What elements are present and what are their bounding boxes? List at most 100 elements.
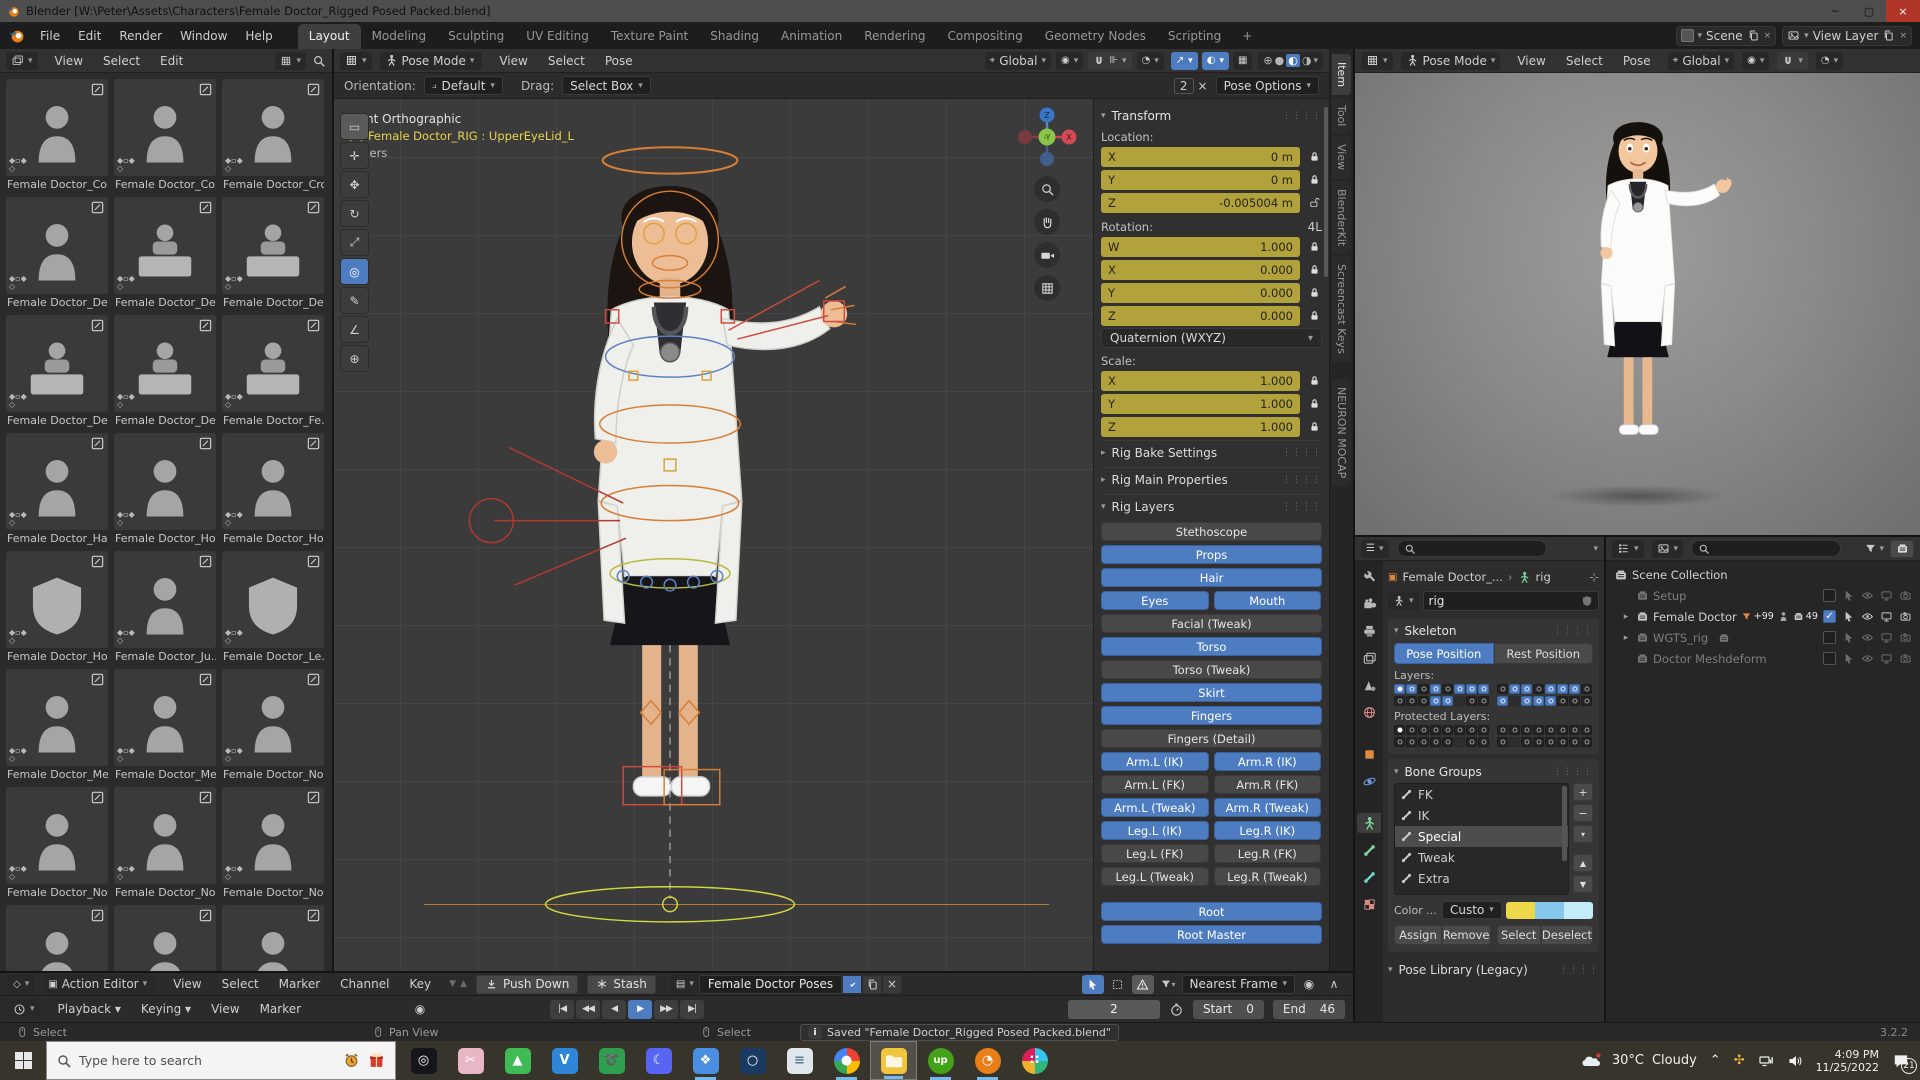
- shading-rendered-icon[interactable]: ◑: [1302, 54, 1312, 67]
- protected-layer-toggle[interactable]: [1533, 737, 1544, 747]
- workspace-tab-uv-editing[interactable]: UV Editing: [515, 24, 600, 49]
- annotate-tool[interactable]: ✎: [340, 287, 369, 314]
- show-errors-toggle[interactable]: [1131, 974, 1154, 994]
- protected-layer-toggle[interactable]: [1497, 725, 1508, 735]
- props-search-input[interactable]: [1396, 540, 1547, 557]
- scale-x-field[interactable]: X 1.000: [1101, 370, 1300, 391]
- start-button[interactable]: [0, 1041, 46, 1080]
- pivot-point-selector[interactable]: ◉ ▾: [1056, 51, 1084, 70]
- asset-editor-type-button[interactable]: ▾: [6, 51, 38, 70]
- props-options-dropdown[interactable]: ▾: [1593, 544, 1598, 554]
- asset-item[interactable]: ◆▫◆◇: [222, 905, 324, 971]
- asset-thumbnail[interactable]: ◆▫◆◇: [222, 79, 324, 176]
- taskbar-app-calculator[interactable]: ❖: [682, 1041, 729, 1080]
- shading-wireframe-icon[interactable]: ⊕: [1263, 54, 1272, 67]
- vp2-snap-toggle[interactable]: ▾: [1777, 51, 1808, 70]
- pin-icon[interactable]: ⊹: [1589, 570, 1599, 584]
- selectable-icon[interactable]: [1842, 610, 1855, 623]
- protected-layer-toggle[interactable]: [1521, 737, 1532, 747]
- maximize-button[interactable]: ▢: [1852, 0, 1886, 22]
- start-frame-field[interactable]: Start 0: [1192, 999, 1264, 1019]
- unlink-scene-icon[interactable]: ×: [1764, 31, 1772, 41]
- asset-thumbnail[interactable]: ◆▫◆◇: [6, 551, 108, 648]
- armature-layer-toggle[interactable]: [1497, 696, 1508, 706]
- outliner-editor-type-button[interactable]: ▾: [1612, 539, 1644, 558]
- armature-layer-toggle[interactable]: [1545, 696, 1556, 706]
- prev-keyframe-button[interactable]: ◀◀: [576, 999, 601, 1019]
- asset-thumbnail[interactable]: ◆▫◆◇: [6, 79, 108, 176]
- properties-tab-bone-constraint[interactable]: [1357, 867, 1381, 887]
- armature-layer-toggle[interactable]: [1406, 684, 1417, 694]
- location-x-field[interactable]: X0 m: [1101, 146, 1300, 167]
- rig-layer-fingers-detail[interactable]: Fingers (Detail): [1101, 729, 1322, 748]
- action-editor-mode-dropdown[interactable]: ▣ Action Editor ▾: [43, 975, 156, 993]
- add-tool[interactable]: ⊕: [340, 345, 369, 372]
- remove-button[interactable]: Remove: [1441, 925, 1491, 945]
- asset-thumbnail[interactable]: ◆▫◆◇: [222, 315, 324, 412]
- asset-thumbnail[interactable]: ◆▫◆◇: [114, 315, 216, 412]
- rotation-y-field[interactable]: Y 0.000: [1101, 282, 1300, 303]
- toggle-ortho-icon[interactable]: [1034, 275, 1060, 301]
- asset-item[interactable]: ◆▫◆ ◇ Female Doctor_Ha...: [6, 433, 108, 545]
- properties-tab-bone[interactable]: [1357, 840, 1381, 860]
- speaker-icon[interactable]: [1787, 1053, 1803, 1069]
- taskbar-search[interactable]: Type here to search: [46, 1041, 396, 1080]
- asset-item[interactable]: ◆▫◆◇ Female Doctor_Me...: [114, 669, 216, 781]
- asset-display-size-button[interactable]: ▾: [275, 51, 306, 70]
- workspace-tab-compositing[interactable]: Compositing: [936, 24, 1033, 49]
- rotation-w-field[interactable]: W 1.000: [1101, 236, 1300, 257]
- asset-item[interactable]: ◆▫◆ ◇ Female Doctor_No...: [114, 787, 216, 899]
- workspace-tab-sculpting[interactable]: Sculpting: [437, 24, 515, 49]
- rig-layer-fingers[interactable]: Fingers: [1101, 706, 1322, 725]
- show-hidden-toggle[interactable]: [1106, 974, 1129, 994]
- action-name-field[interactable]: Female Doctor Poses: [698, 974, 843, 994]
- asset-thumbnail[interactable]: ◆▫◆◇: [6, 315, 108, 412]
- location-y-field[interactable]: Y0 m: [1101, 169, 1300, 190]
- proportional-edit-icon[interactable]: ◉: [1298, 974, 1320, 994]
- auto-keying-toggle[interactable]: ◉: [409, 999, 432, 1019]
- sidebar-tab-screencast-keys[interactable]: Screencast Keys: [1332, 255, 1351, 362]
- armature-layer-toggle[interactable]: [1478, 696, 1489, 706]
- asset-thumbnail[interactable]: ◆▫◆◇: [6, 905, 108, 971]
- bone-group-ik[interactable]: IK: [1395, 805, 1568, 826]
- asset-item[interactable]: ◆▫◆◇ Female Doctor_Me...: [6, 669, 108, 781]
- jump-to-start-button[interactable]: |◀: [550, 999, 575, 1019]
- protected-layer-toggle[interactable]: [1454, 737, 1465, 747]
- add-bone-group-button[interactable]: +: [1573, 783, 1593, 801]
- properties-tab-render[interactable]: [1357, 594, 1381, 614]
- properties-tab-view-layer[interactable]: [1357, 648, 1381, 668]
- asset-item[interactable]: ◆▫◆ ◇ Female Doctor_No...: [222, 669, 324, 781]
- asset-item[interactable]: ◆▫◆◇: [6, 905, 108, 971]
- taskbar-app-chrome[interactable]: ●: [823, 1041, 870, 1080]
- lock-icon[interactable]: [1306, 309, 1322, 322]
- bone-group-specials-button[interactable]: ▾: [1573, 825, 1593, 843]
- pose-position-button[interactable]: Pose Position: [1394, 643, 1494, 664]
- viewport-menu-pose[interactable]: Pose: [596, 51, 642, 71]
- protected-layer-toggle[interactable]: [1418, 737, 1429, 747]
- hide-icon[interactable]: [1861, 610, 1874, 623]
- armature-id-icon[interactable]: ▾: [1388, 592, 1419, 610]
- transform-orientation-selector[interactable]: ⌖ Global ▾: [984, 51, 1051, 70]
- protected-layer-toggle[interactable]: [1581, 725, 1592, 735]
- asset-item[interactable]: ◆▫◆ ◇ Female Doctor_Fe...: [222, 315, 324, 427]
- asset-thumbnail[interactable]: ◆▫◆◇: [222, 905, 324, 971]
- asset-item[interactable]: ◆▫◆ ◇ Female Doctor_Ju...: [114, 551, 216, 663]
- lock-icon[interactable]: [1306, 420, 1322, 433]
- rig-layer-leg-r-fk[interactable]: Leg.R (FK): [1213, 844, 1321, 863]
- sidebar-tab-item[interactable]: Item: [1332, 54, 1351, 96]
- protected-layer-toggle[interactable]: [1509, 737, 1520, 747]
- timeline-menu-playback[interactable]: Playback ▾: [49, 999, 130, 1019]
- rig-layer-hair[interactable]: Hair: [1101, 568, 1322, 587]
- asset-item[interactable]: ◆▫◆ ◇ Female Doctor_Cro: [222, 79, 324, 191]
- timeline-menu-view[interactable]: View: [202, 999, 248, 1019]
- camera-view-icon[interactable]: [1034, 242, 1060, 268]
- armature-layer-toggle[interactable]: [1533, 684, 1544, 694]
- bone-group-extra[interactable]: Extra: [1395, 868, 1568, 889]
- breadcrumb-object[interactable]: Female Doctor_...: [1402, 570, 1502, 584]
- scale-z-field[interactable]: Z 1.000: [1101, 416, 1300, 437]
- remove-view-layer-icon[interactable]: ×: [1899, 31, 1907, 41]
- dope-menu-channel[interactable]: Channel: [331, 974, 398, 994]
- outliner-row-setup[interactable]: Setup: [1610, 585, 1916, 606]
- protected-layers-grid[interactable]: [1394, 725, 1593, 747]
- properties-tab-texture[interactable]: [1357, 894, 1381, 914]
